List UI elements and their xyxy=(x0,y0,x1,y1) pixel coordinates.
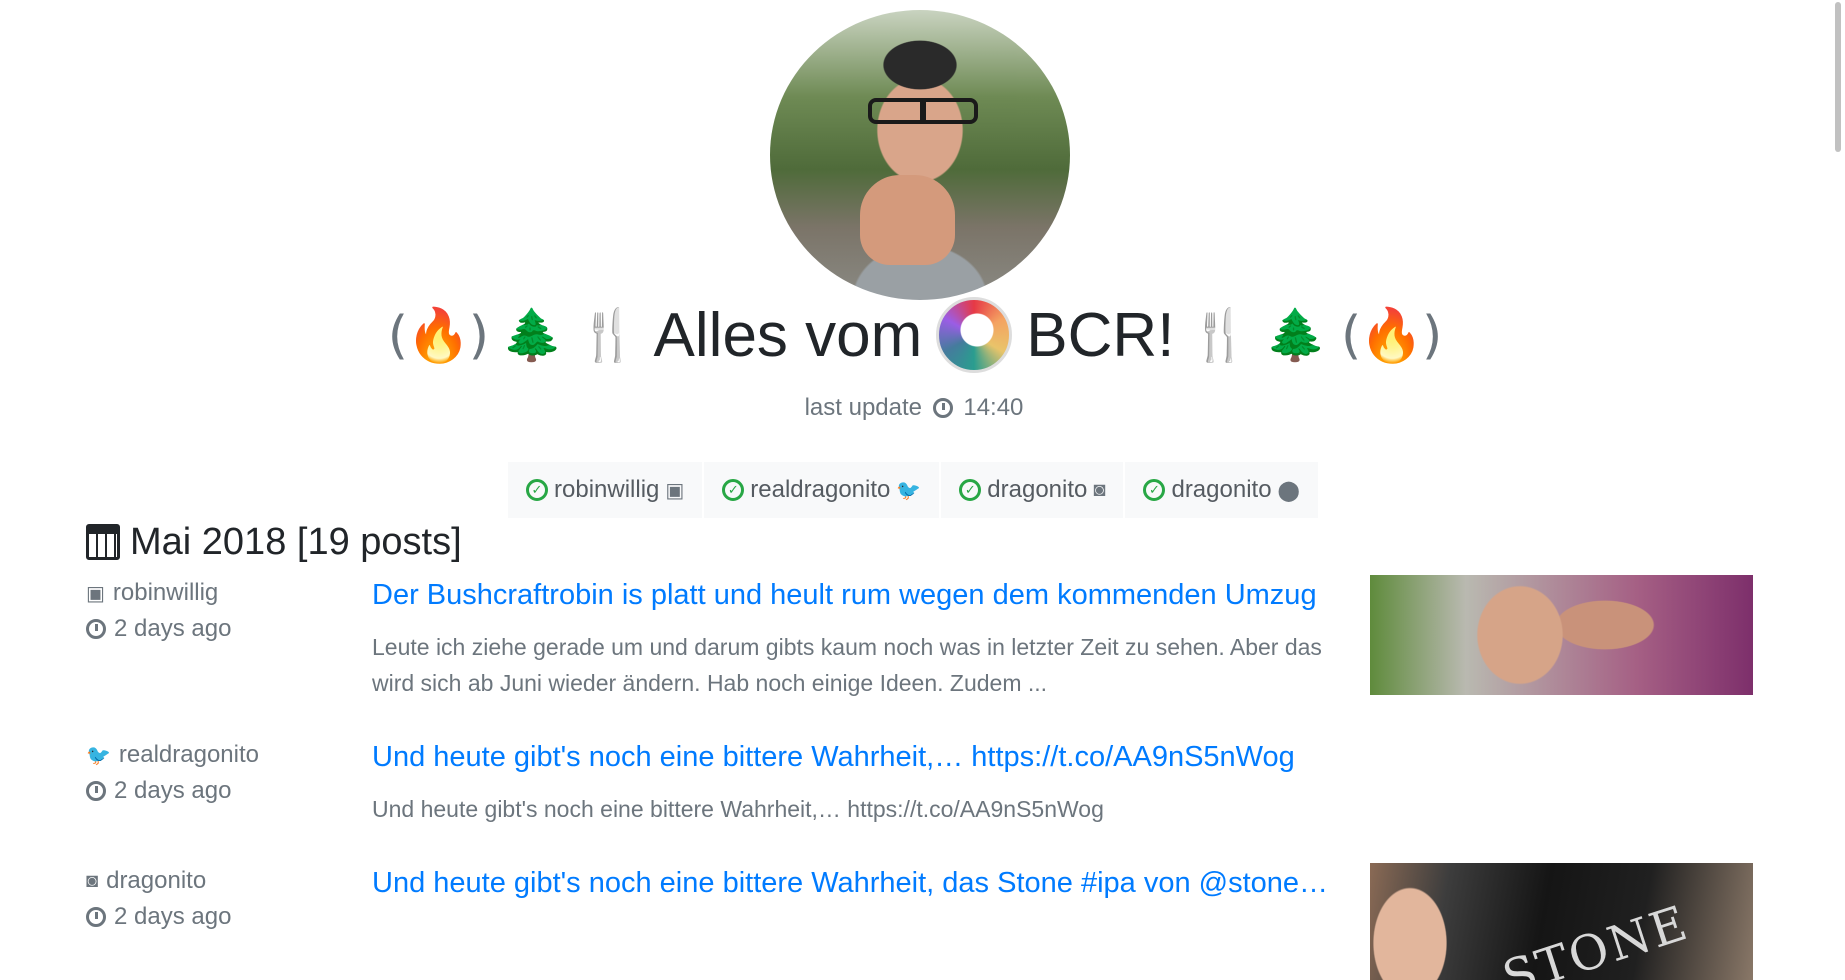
calendar-icon xyxy=(86,524,120,560)
post-item: ▣ robinwillig 2 days ago Der Bushcraftro… xyxy=(86,575,1756,715)
post-title-link[interactable]: Der Bushcraftrobin is platt und heult ru… xyxy=(372,575,1332,615)
post-author: dragonito xyxy=(106,867,207,894)
youtube-icon: ▣ xyxy=(665,479,685,502)
last-update: last update 14:40 xyxy=(0,394,1828,422)
clock-icon xyxy=(86,781,106,801)
scrollbar-thumb[interactable] xyxy=(1835,2,1841,152)
tree-icon: 🌲 xyxy=(1264,306,1327,363)
freecodecamp-icon: (🔥) xyxy=(387,305,489,366)
post-time: 2 days ago xyxy=(114,903,232,930)
check-circle-icon: ✓ xyxy=(722,479,745,501)
avatar-hand xyxy=(860,175,955,265)
youtube-icon: ▣ xyxy=(86,582,105,605)
post-time-row: 2 days ago xyxy=(86,611,356,647)
post-excerpt: Und heute gibt's noch eine bittere Wahrh… xyxy=(372,796,1104,822)
post-time: 2 days ago xyxy=(114,615,232,642)
post-meta: 🐦 realdragonito 2 days ago xyxy=(86,737,356,809)
month-heading: Mai 2018 [19 posts] xyxy=(86,518,462,566)
account-name: robinwillig xyxy=(554,476,660,503)
post-meta: ▣ robinwillig 2 days ago xyxy=(86,575,356,647)
unicorn-icon xyxy=(936,297,1013,373)
avatar-glasses xyxy=(868,98,978,124)
post-time-row: 2 days ago xyxy=(86,899,356,935)
instagram-icon: ◙ xyxy=(1093,478,1106,501)
check-circle-icon: ✓ xyxy=(959,479,982,501)
freecodecamp-icon: (🔥) xyxy=(1340,305,1442,366)
title-text: Alles vom xyxy=(653,300,923,370)
last-update-label: last update xyxy=(804,394,922,421)
post-meta: ◙ dragonito 2 days ago xyxy=(86,863,356,935)
post-thumbnail[interactable]: STONE xyxy=(1370,863,1753,980)
scrollbar[interactable] xyxy=(1828,0,1845,980)
month-label: Mai 2018 [19 posts] xyxy=(130,520,462,563)
check-circle-icon: ✓ xyxy=(1143,479,1166,501)
account-name: dragonito xyxy=(1171,476,1272,503)
tree-icon: 🌲 xyxy=(501,306,564,363)
clock-icon xyxy=(86,907,106,927)
post-title-link[interactable]: Und heute gibt's noch eine bittere Wahrh… xyxy=(372,737,1332,777)
post-body: Und heute gibt's noch eine bittere Wahrh… xyxy=(372,863,1332,903)
twitter-icon: 🐦 xyxy=(896,479,922,502)
clock-icon xyxy=(932,398,953,418)
instagram-icon: ◙ xyxy=(86,869,99,892)
cutlery-icon: 🍴 xyxy=(577,306,640,363)
post-author: robinwillig xyxy=(112,579,219,606)
cutlery-icon: 🍴 xyxy=(1188,306,1251,363)
post-author-row: ▣ robinwillig xyxy=(86,575,356,611)
account-filter-dragonito-flickr[interactable]: ✓ dragonito ⬤ xyxy=(1125,462,1318,518)
twitter-icon: 🐦 xyxy=(86,744,111,767)
post-body: Und heute gibt's noch eine bittere Wahrh… xyxy=(372,737,1332,827)
clock-icon xyxy=(86,619,106,639)
account-filter-realdragonito-twitter[interactable]: ✓ realdragonito 🐦 xyxy=(704,462,940,518)
post-excerpt: Leute ich ziehe gerade um und darum gibt… xyxy=(372,634,1322,696)
last-update-time: 14:40 xyxy=(963,394,1024,421)
post-thumbnail[interactable] xyxy=(1370,575,1753,695)
page-title: (🔥) 🌲 🍴 Alles vom BCR! 🍴 🌲 (🔥) xyxy=(0,297,1828,373)
thumbnail-can-label: STONE xyxy=(1496,894,1696,980)
post-body: Der Bushcraftrobin is platt und heult ru… xyxy=(372,575,1332,701)
account-filter-robinwillig-youtube[interactable]: ✓ robinwillig ▣ xyxy=(508,462,703,518)
title-suffix: BCR! xyxy=(1026,300,1175,370)
flickr-icon: ⬤ xyxy=(1277,479,1300,502)
account-filter-dragonito-instagram[interactable]: ✓ dragonito ◙ xyxy=(941,462,1124,518)
post-time-row: 2 days ago xyxy=(86,773,356,809)
profile-avatar xyxy=(770,10,1070,300)
post-item: 🐦 realdragonito 2 days ago Und heute gib… xyxy=(86,737,1756,837)
account-name: realdragonito xyxy=(750,476,891,503)
check-circle-icon: ✓ xyxy=(526,479,548,501)
post-author-row: ◙ dragonito xyxy=(86,863,356,899)
accounts-bar: ✓ robinwillig ▣ ✓ realdragonito 🐦 ✓ drag… xyxy=(508,462,1318,518)
post-author-row: 🐦 realdragonito xyxy=(86,737,356,773)
account-name: dragonito xyxy=(987,476,1088,503)
post-author: realdragonito xyxy=(118,741,260,768)
post-item: ◙ dragonito 2 days ago Und heute gibt's … xyxy=(86,863,1756,980)
post-time: 2 days ago xyxy=(114,777,232,804)
post-title-link[interactable]: Und heute gibt's noch eine bittere Wahrh… xyxy=(372,863,1332,903)
